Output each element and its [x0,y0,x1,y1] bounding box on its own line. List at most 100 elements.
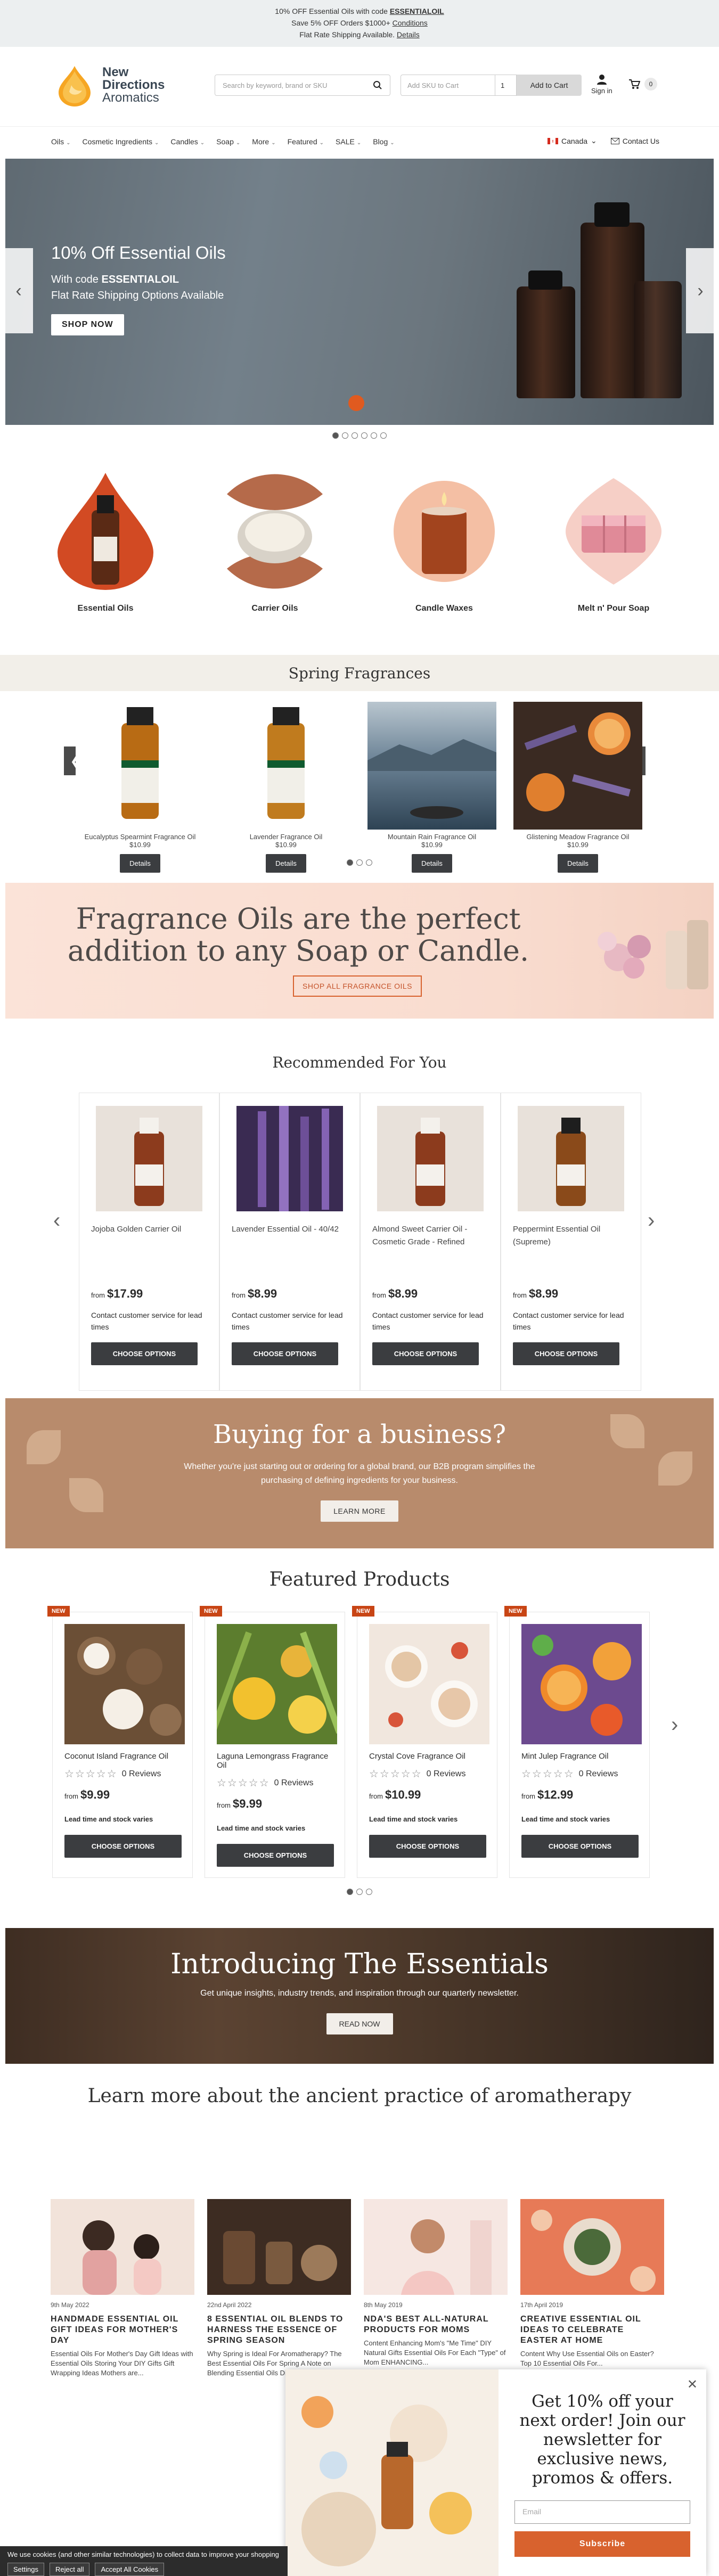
nav-item-featured[interactable]: Featured ⌄ [288,137,324,146]
fragrance-banner-line-2: addition to any Soap or Candle. [67,934,529,967]
nav-item-blog[interactable]: Blog ⌄ [373,137,394,146]
main-nav: Oils ⌄ Cosmetic Ingredients ⌄ Candles ⌄ Soa… [0,127,719,159]
carousel-dot[interactable] [371,432,377,439]
decorative-petal-shape [69,1478,103,1512]
add-to-cart-button[interactable]: Add to Cart [517,75,582,96]
spring-product-card[interactable]: Eucalyptus Spearmint Fragrance Oil $10.9… [76,702,205,873]
carousel-next-button[interactable]: › [686,248,714,333]
new-badge: NEW [200,1606,222,1617]
blog-post-card[interactable]: 9th May 2022 HANDMADE ESSENTIAL OIL GIFT… [51,2199,194,2378]
spring-product-card[interactable]: Glistening Meadow Fragrance Oil $10.99 D… [513,702,642,873]
carousel-dot[interactable] [366,1889,372,1895]
newsletter-popup-title: Get 10% off your next order! Join our ne… [519,2392,685,2488]
product-image [222,702,350,830]
close-icon[interactable]: ✕ [687,2377,698,2392]
logo-text-new: New [102,65,129,79]
search-input[interactable]: Search by keyword, brand or SKU [215,75,390,96]
carousel-dot[interactable] [347,859,353,866]
logo[interactable]: New Directions Aromatics [53,64,165,106]
choose-options-button[interactable]: CHOOSE OPTIONS [91,1342,198,1365]
carousel-dot[interactable] [332,432,339,439]
featured-pagination [0,1889,719,1895]
fragrance-banner-line-1: Fragrance Oils are the perfect [76,902,521,936]
product-price: from $9.99 [217,1797,263,1810]
hero-pagination [0,432,719,439]
carousel-dot[interactable] [361,432,367,439]
nav-item-sale[interactable]: SALE ⌄ [336,137,361,146]
sku-quantity-input[interactable]: 1 [495,75,517,96]
details-link[interactable]: Details [397,30,420,39]
product-card[interactable]: Almond Sweet Carrier Oil - Cosmetic Grad… [360,1093,501,1391]
blog-post-card[interactable]: 22nd April 2022 8 ESSENTIAL OIL BLENDS T… [207,2199,351,2378]
blog-post-card[interactable]: 8th May 2019 NDA'S BEST ALL-NATURAL PROD… [364,2199,508,2378]
chevron-left-icon[interactable]: ‹ [53,1209,60,1233]
chevron-right-icon[interactable]: › [648,1209,655,1233]
blog-post-card[interactable]: 17th April 2019 CREATIVE ESSENTIAL OIL I… [520,2199,664,2378]
choose-options-button[interactable]: CHOOSE OPTIONS [513,1342,619,1365]
category-candle-waxes[interactable]: Candle Waxes [391,473,497,613]
cookie-settings-button[interactable]: Settings [7,2563,44,2576]
product-card[interactable]: Lavender Essential Oil - 40/42 from $8.99… [219,1093,360,1391]
search-icon[interactable] [373,80,382,90]
carousel-dot[interactable] [342,432,348,439]
essential-oils-image [52,473,159,590]
shop-now-button[interactable]: SHOP NOW [51,314,124,335]
candle-waxes-image [391,473,497,590]
chevron-right-icon[interactable]: › [671,1713,678,1737]
sku-input[interactable]: Add SKU to Cart [401,75,495,96]
product-card[interactable]: NEW Crystal Cove Fragrance Oil ☆☆☆☆☆ 0 Re… [352,1606,497,1878]
hero-subtitle: With code ESSENTIALOIL [51,274,179,285]
carousel-dot[interactable] [380,432,387,439]
choose-options-button[interactable]: CHOOSE OPTIONS [64,1835,182,1858]
carousel-dot[interactable] [352,432,358,439]
product-card[interactable]: Peppermint Essential Oil (Supreme) from $… [501,1093,641,1391]
spring-product-card[interactable]: Lavender Fragrance Oil $10.99 Details [222,702,350,873]
contact-link[interactable]: Contact Us [610,137,659,145]
nav-item-more[interactable]: More ⌄ [252,137,275,146]
cookie-reject-button[interactable]: Reject all [49,2563,90,2576]
cookie-accept-button[interactable]: Accept All Cookies [95,2563,165,2576]
product-card[interactable]: NEW Laguna Lemongrass Fragrance Oil ☆☆☆☆… [200,1606,345,1878]
hero-carousel: 10% Off Essential Oils With code ESSENTI… [5,159,714,425]
shop-all-fragrance-oils-button[interactable]: SHOP ALL FRAGRANCE OILS [293,975,422,997]
carousel-dot[interactable] [366,859,372,866]
nav-item-candles[interactable]: Candles ⌄ [170,137,205,146]
carousel-dot[interactable] [347,1889,353,1895]
promo-line-1: 10% OFF Essential Oils with code ESSENTI… [275,7,444,15]
choose-options-button[interactable]: CHOOSE OPTIONS [232,1342,338,1365]
logo-text-directions: Directions [102,78,165,92]
nav-item-soap[interactable]: Soap ⌄ [216,137,240,146]
cart-link[interactable]: 0 [628,78,657,91]
conditions-link[interactable]: Conditions [393,19,428,27]
choose-options-button[interactable]: CHOOSE OPTIONS [521,1835,639,1858]
category-melt-n-pour-soap[interactable]: Melt n' Pour Soap [560,473,667,613]
product-card[interactable]: NEW Coconut Island Fragrance Oil ☆☆☆☆☆ 0 … [47,1606,193,1878]
product-price: from $8.99 [513,1287,559,1300]
carousel-dot[interactable] [356,1889,363,1895]
choose-options-button[interactable]: CHOOSE OPTIONS [369,1835,486,1858]
bottle-cap-image [594,202,630,227]
learn-more-button[interactable]: LEARN MORE [321,1500,398,1522]
chevron-left-icon: ‹ [15,280,22,301]
email-field[interactable]: Email [514,2500,690,2524]
newsletter-popup-image [285,2369,499,2576]
product-card[interactable]: NEW Mint Julep Fragrance Oil ☆☆☆☆☆ 0 Revi… [504,1606,650,1878]
carousel-dot[interactable] [356,859,363,866]
subscribe-button[interactable]: Subscribe [514,2531,690,2557]
product-image [521,1624,642,1744]
nav-item-cosmetic-ingredients[interactable]: Cosmetic Ingredients ⌄ [83,137,159,146]
nav-item-oils[interactable]: Oils ⌄ [51,137,71,146]
sign-in-link[interactable]: Sign in [591,73,612,95]
choose-options-button[interactable]: CHOOSE OPTIONS [372,1342,479,1365]
category-essential-oils[interactable]: Essential Oils [52,473,159,613]
essentials-newsletter-banner: Introducing The Essentials Get unique in… [5,1928,714,2064]
category-carrier-oils[interactable]: Carrier Oils [222,473,328,613]
carousel-prev-button[interactable]: ‹ [5,248,33,333]
product-card[interactable]: Jojoba Golden Carrier Oil from $17.99 Con… [79,1093,219,1391]
new-badge: NEW [352,1606,374,1617]
read-now-button[interactable]: READ NOW [326,2013,393,2034]
choose-options-button[interactable]: CHOOSE OPTIONS [217,1844,334,1867]
category-tiles: Essential Oils Carrier Oils Candle Waxes… [0,473,719,613]
country-selector[interactable]: Canada ⌄ [547,136,597,145]
spring-product-card[interactable]: Mountain Rain Fragrance Oil $10.99 Detai… [367,702,496,873]
